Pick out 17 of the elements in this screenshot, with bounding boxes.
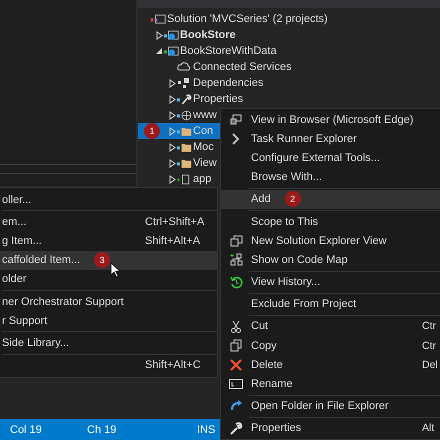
status-item: Ch 19 xyxy=(87,424,116,436)
step-badge: 2 xyxy=(284,191,301,208)
tree-item-label: Dependencies xyxy=(193,77,264,89)
step-badge: 3 xyxy=(94,252,110,268)
tree-item-label: Moc xyxy=(193,141,214,153)
tree-item-label: BookStore xyxy=(180,29,236,41)
tree-item-label: www xyxy=(193,109,217,121)
tree-item-label: Solution 'MVCSeries' (2 projects) xyxy=(167,13,328,25)
status-item: Col 19 xyxy=(10,424,42,436)
tree-item-label: Properties xyxy=(193,93,244,105)
status-item: INS xyxy=(197,424,216,436)
step-badge: 1 xyxy=(144,123,160,139)
tree-item-label: app xyxy=(193,173,212,185)
tree-item-label: BookStoreWithData xyxy=(180,45,277,57)
tree-item-label: Connected Services xyxy=(193,61,292,73)
tree-item-label: Con xyxy=(193,125,214,137)
tree-item-label: View xyxy=(193,157,217,169)
